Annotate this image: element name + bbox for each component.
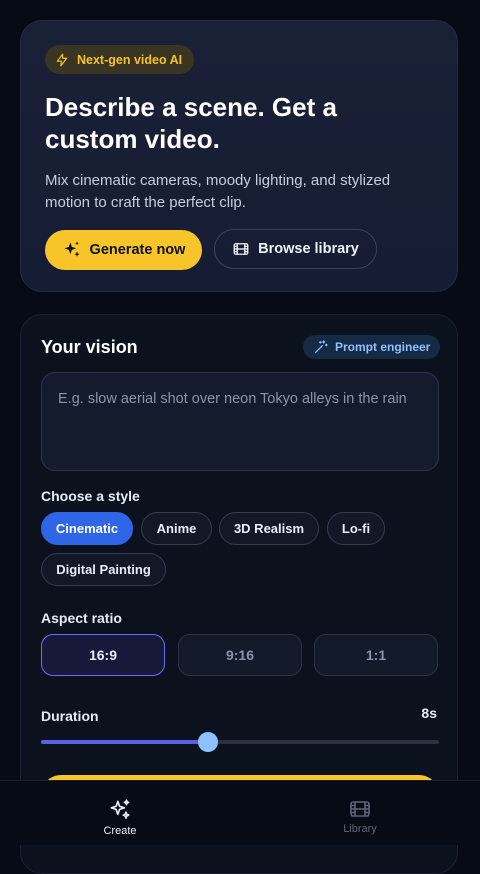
style-chip-3d-realism[interactable]: 3D Realism [219,512,319,545]
duration-label: Duration [41,708,99,724]
aspect-16-9-button[interactable]: 16:9 [41,634,165,676]
lightning-icon [56,53,68,66]
duration-slider[interactable] [41,732,439,752]
aspect-ratio-label: Aspect ratio [41,610,122,626]
film-icon [350,801,370,817]
prompt-engineer-label: Prompt engineer [335,340,431,354]
film-icon [233,243,249,255]
hero-subtitle: Mix cinematic cameras, moody lighting, a… [45,172,391,211]
style-chip-lofi[interactable]: Lo-fi [327,512,385,545]
prompt-engineer-button[interactable]: Prompt engineer [303,335,441,359]
nav-create-label: Create [103,825,137,837]
sparkles-icon [110,799,130,819]
style-chip-anime[interactable]: Anime [141,512,212,545]
prompt-input[interactable]: E.g. slow aerial shot over neon Tokyo al… [41,372,439,471]
nav-library-label: Library [343,823,377,835]
generate-now-button[interactable]: Generate now [45,230,202,270]
browse-library-label: Browse library [258,241,359,257]
aspect-9-16-button[interactable]: 9:16 [178,634,302,676]
duration-value: 8s [421,705,437,721]
style-chip-digital-painting[interactable]: Digital Painting [41,553,166,586]
hero-card: Next-gen video AI Describe a scene. Get … [20,20,458,292]
aspect-1-1-button[interactable]: 1:1 [314,634,438,676]
generate-now-label: Generate now [89,242,186,258]
browse-library-button[interactable]: Browse library [214,229,377,269]
badge-text: Next-gen video AI [77,52,183,67]
sparkles-icon [64,241,80,257]
style-chip-cinematic[interactable]: Cinematic [41,512,133,545]
feature-badge: Next-gen video AI [45,45,195,74]
nav-create[interactable]: Create [60,797,180,837]
duration-slider-thumb[interactable] [198,732,219,752]
hero-title: Describe a scene. Get a custom video. [45,92,337,154]
style-label: Choose a style [41,488,140,504]
magic-wand-icon [315,340,328,353]
vision-title: Your vision [41,337,138,357]
bottom-nav: Create Library [0,780,480,845]
duration-slider-fill [41,740,209,744]
nav-library[interactable]: Library [300,797,420,835]
